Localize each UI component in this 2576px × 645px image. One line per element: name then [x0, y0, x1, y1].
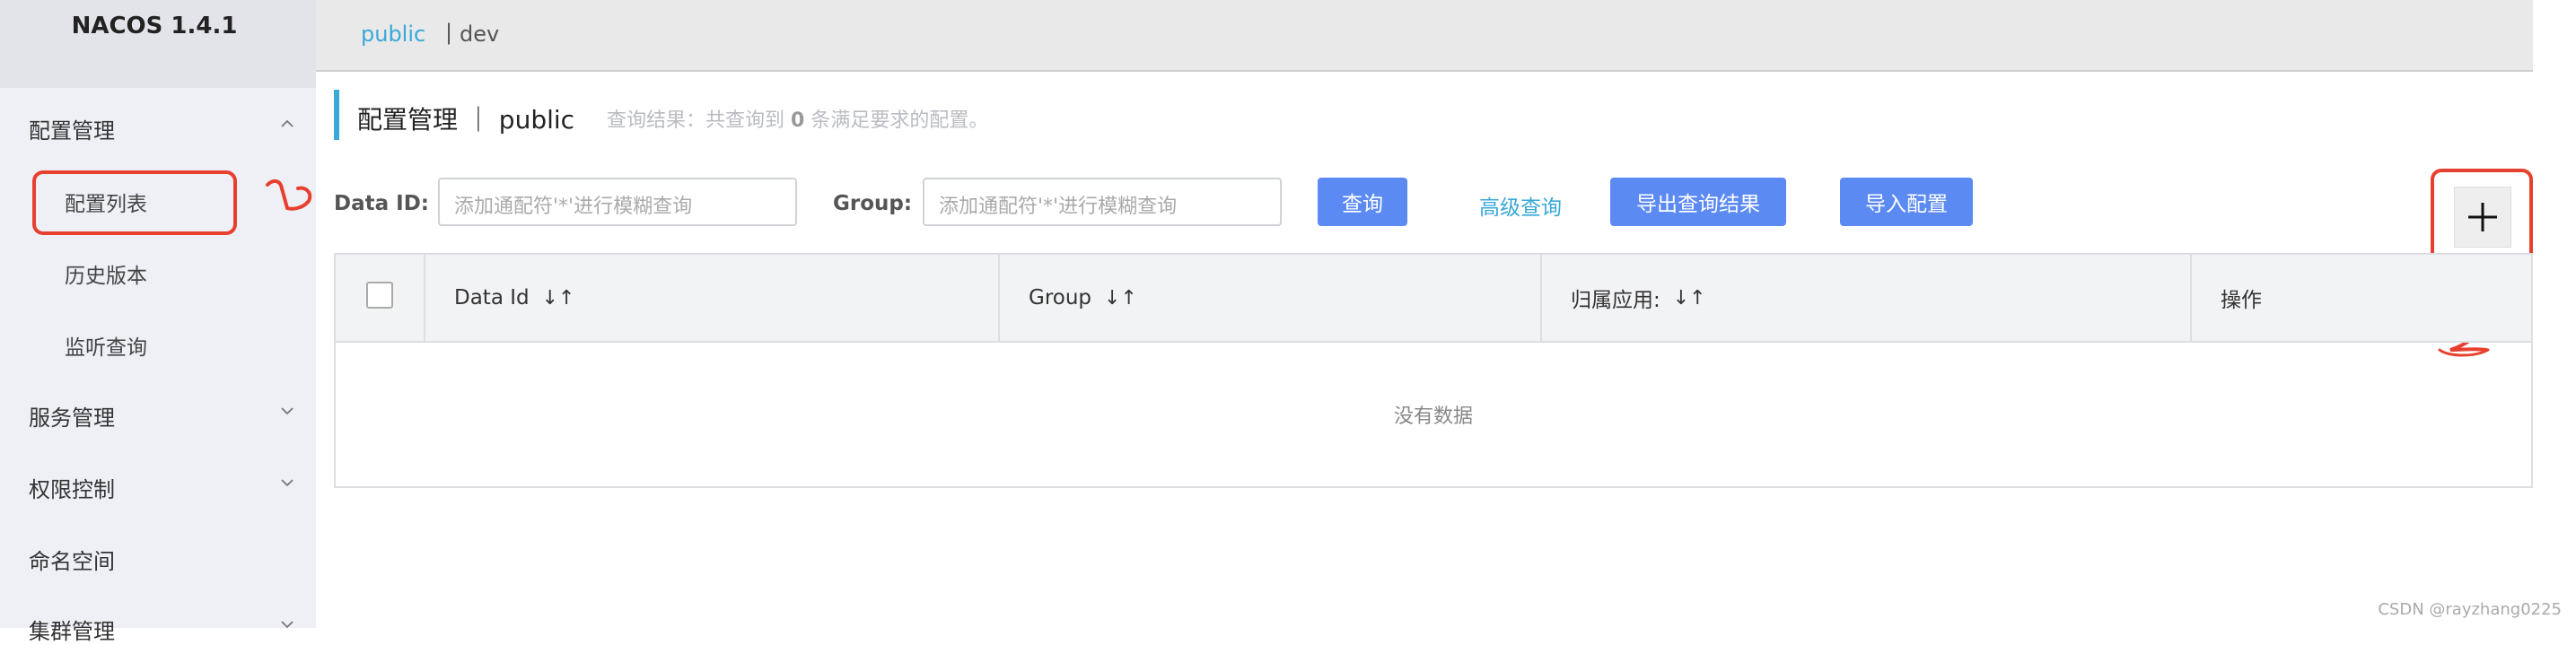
- sidebar-item-config-management[interactable]: 配置管理: [29, 113, 115, 144]
- import-config-button[interactable]: 导入配置: [1840, 178, 1973, 226]
- sort-icon[interactable]: ↓↑: [1673, 287, 1706, 309]
- column-divider: [424, 255, 425, 341]
- sidebar-item-cluster-management[interactable]: 集群管理: [29, 614, 115, 645]
- group-label: Group:: [833, 192, 913, 215]
- data-id-input[interactable]: 添加通配符'*'进行模糊查询: [438, 178, 797, 226]
- sidebar-item-namespace[interactable]: 命名空间: [29, 544, 115, 575]
- annotation-mark-1: [266, 179, 312, 211]
- watermark: CSDN @rayzhang0225: [2378, 600, 2562, 619]
- export-results-button[interactable]: 导出查询结果: [1610, 178, 1786, 226]
- config-table: Data Id ↓↑ Group ↓↑ 归属应用: ↓↑ 操作 没有数据: [334, 253, 2533, 488]
- namespace-dev[interactable]: dev: [460, 22, 499, 47]
- advanced-query-link[interactable]: 高级查询: [1479, 190, 1562, 221]
- column-header-app[interactable]: 归属应用: ↓↑: [1571, 255, 1706, 341]
- chevron-down-icon[interactable]: [280, 617, 294, 632]
- column-divider: [1540, 255, 1542, 341]
- chevron-down-icon[interactable]: [280, 404, 294, 418]
- column-header-data-id[interactable]: Data Id ↓↑: [454, 255, 575, 341]
- data-id-label: Data ID:: [334, 192, 429, 215]
- sidebar-item-history[interactable]: 历史版本: [65, 258, 147, 289]
- sort-icon[interactable]: ↓↑: [1104, 287, 1137, 309]
- title-accent-bar: [334, 90, 339, 140]
- column-header-group[interactable]: Group ↓↑: [1029, 255, 1137, 341]
- sidebar: NACOS 1.4.1 配置管理 配置列表 历史版本 监听查询 服务管理 权限控…: [0, 0, 316, 644]
- column-header-actions: 操作: [2221, 289, 2262, 312]
- namespace-public[interactable]: public: [361, 22, 425, 47]
- group-input[interactable]: 添加通配符'*'进行模糊查询: [923, 178, 1282, 226]
- page-title: 配置管理 ｜ public: [357, 105, 575, 135]
- sidebar-item-service-management[interactable]: 服务管理: [29, 400, 115, 431]
- annotation-box-1: [32, 170, 237, 235]
- column-divider: [998, 255, 1000, 341]
- namespace-bar: [316, 0, 2533, 72]
- brand-title: NACOS 1.4.1: [71, 13, 238, 39]
- sidebar-item-access-control[interactable]: 权限控制: [29, 472, 115, 503]
- sidebar-item-listener-query[interactable]: 监听查询: [65, 330, 147, 361]
- empty-state-text: 没有数据: [1393, 405, 1473, 428]
- chevron-down-icon[interactable]: [280, 475, 294, 490]
- sort-icon[interactable]: ↓↑: [542, 287, 575, 309]
- table-header: Data Id ↓↑ Group ↓↑ 归属应用: ↓↑ 操作: [336, 255, 2531, 343]
- chevron-up-icon[interactable]: [280, 117, 294, 131]
- namespace-separator: |: [445, 20, 453, 45]
- result-summary: 查询结果：共查询到 0 条满足要求的配置。: [607, 109, 989, 132]
- query-button[interactable]: 查询: [1318, 178, 1407, 226]
- column-divider: [2190, 255, 2192, 341]
- select-all-checkbox[interactable]: [366, 282, 393, 309]
